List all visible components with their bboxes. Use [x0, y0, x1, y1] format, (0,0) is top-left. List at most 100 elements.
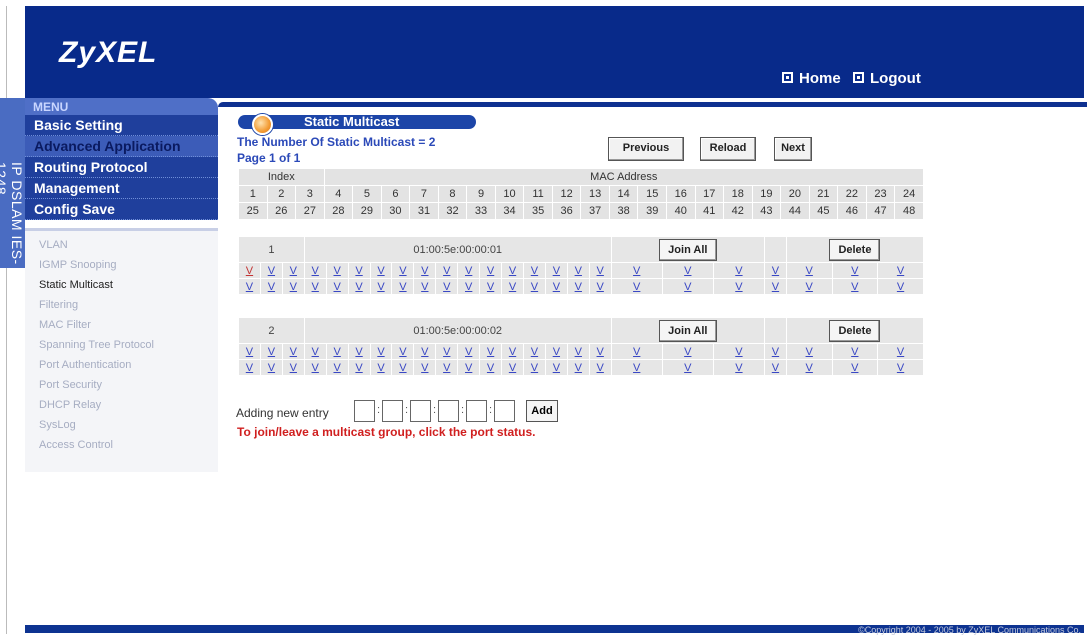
port-6-status-toggle[interactable]: V — [355, 346, 362, 358]
port-17-status-toggle[interactable]: V — [597, 265, 604, 277]
port-26-status-toggle[interactable]: V — [268, 281, 275, 293]
port-10-status-toggle[interactable]: V — [443, 346, 450, 358]
port-16-status-toggle[interactable]: V — [575, 346, 582, 358]
delete-button[interactable]: Delete — [829, 319, 881, 342]
sub-item-syslog[interactable]: SysLog — [25, 419, 218, 439]
mac-octet-3-input[interactable] — [410, 400, 431, 422]
port-8-status-toggle[interactable]: V — [399, 265, 406, 277]
port-15-status-toggle[interactable]: V — [553, 265, 560, 277]
port-43-status-toggle[interactable]: V — [684, 362, 691, 374]
port-24-status-toggle[interactable]: V — [897, 265, 904, 277]
port-1-status-toggle[interactable]: V — [246, 265, 253, 277]
menu-item-config-save[interactable]: Config Save — [25, 199, 218, 220]
port-25-status-toggle[interactable]: V — [246, 362, 253, 374]
port-28-status-toggle[interactable]: V — [312, 362, 319, 374]
port-27-status-toggle[interactable]: V — [290, 281, 297, 293]
port-38-status-toggle[interactable]: V — [531, 281, 538, 293]
logout-link[interactable]: Logout — [853, 70, 921, 87]
port-34-status-toggle[interactable]: V — [443, 281, 450, 293]
port-44-status-toggle[interactable]: V — [735, 281, 742, 293]
port-40-status-toggle[interactable]: V — [575, 281, 582, 293]
port-7-status-toggle[interactable]: V — [377, 265, 384, 277]
port-41-status-toggle[interactable]: V — [597, 362, 604, 374]
port-16-status-toggle[interactable]: V — [575, 265, 582, 277]
port-18-status-toggle[interactable]: V — [633, 346, 640, 358]
port-31-status-toggle[interactable]: V — [377, 281, 384, 293]
sub-item-filtering[interactable]: Filtering — [25, 299, 218, 319]
port-33-status-toggle[interactable]: V — [421, 281, 428, 293]
port-17-status-toggle[interactable]: V — [597, 346, 604, 358]
port-23-status-toggle[interactable]: V — [851, 265, 858, 277]
port-14-status-toggle[interactable]: V — [531, 346, 538, 358]
port-45-status-toggle[interactable]: V — [772, 281, 779, 293]
port-27-status-toggle[interactable]: V — [290, 362, 297, 374]
port-6-status-toggle[interactable]: V — [355, 265, 362, 277]
next-button[interactable]: Next — [774, 137, 812, 161]
port-25-status-toggle[interactable]: V — [246, 281, 253, 293]
port-32-status-toggle[interactable]: V — [399, 281, 406, 293]
port-32-status-toggle[interactable]: V — [399, 362, 406, 374]
port-48-status-toggle[interactable]: V — [897, 281, 904, 293]
port-46-status-toggle[interactable]: V — [806, 281, 813, 293]
port-36-status-toggle[interactable]: V — [487, 281, 494, 293]
home-link[interactable]: Home — [782, 70, 841, 87]
port-1-status-toggle[interactable]: V — [246, 346, 253, 358]
port-21-status-toggle[interactable]: V — [772, 265, 779, 277]
port-19-status-toggle[interactable]: V — [684, 265, 691, 277]
port-11-status-toggle[interactable]: V — [465, 265, 472, 277]
port-47-status-toggle[interactable]: V — [851, 281, 858, 293]
mac-octet-5-input[interactable] — [466, 400, 487, 422]
port-5-status-toggle[interactable]: V — [333, 346, 340, 358]
sub-item-port-security[interactable]: Port Security — [25, 379, 218, 399]
add-button[interactable]: Add — [526, 400, 558, 422]
port-29-status-toggle[interactable]: V — [333, 362, 340, 374]
port-47-status-toggle[interactable]: V — [851, 362, 858, 374]
port-22-status-toggle[interactable]: V — [806, 346, 813, 358]
sub-item-vlan[interactable]: VLAN — [25, 239, 218, 259]
port-15-status-toggle[interactable]: V — [553, 346, 560, 358]
port-3-status-toggle[interactable]: V — [290, 265, 297, 277]
port-26-status-toggle[interactable]: V — [268, 362, 275, 374]
sub-item-access-control[interactable]: Access Control — [25, 439, 218, 459]
port-42-status-toggle[interactable]: V — [633, 362, 640, 374]
port-37-status-toggle[interactable]: V — [509, 281, 516, 293]
port-45-status-toggle[interactable]: V — [772, 362, 779, 374]
port-24-status-toggle[interactable]: V — [897, 346, 904, 358]
port-29-status-toggle[interactable]: V — [333, 281, 340, 293]
sub-item-igmp-snooping[interactable]: IGMP Snooping — [25, 259, 218, 279]
port-44-status-toggle[interactable]: V — [735, 362, 742, 374]
port-39-status-toggle[interactable]: V — [553, 362, 560, 374]
port-21-status-toggle[interactable]: V — [772, 346, 779, 358]
port-39-status-toggle[interactable]: V — [553, 281, 560, 293]
previous-button[interactable]: Previous — [608, 137, 684, 161]
port-13-status-toggle[interactable]: V — [509, 346, 516, 358]
mac-octet-4-input[interactable] — [438, 400, 459, 422]
mac-octet-1-input[interactable] — [354, 400, 375, 422]
port-28-status-toggle[interactable]: V — [312, 281, 319, 293]
port-10-status-toggle[interactable]: V — [443, 265, 450, 277]
port-22-status-toggle[interactable]: V — [806, 265, 813, 277]
port-5-status-toggle[interactable]: V — [333, 265, 340, 277]
sub-item-spanning-tree-protocol[interactable]: Spanning Tree Protocol — [25, 339, 218, 359]
port-48-status-toggle[interactable]: V — [897, 362, 904, 374]
port-46-status-toggle[interactable]: V — [806, 362, 813, 374]
sub-item-mac-filter[interactable]: MAC Filter — [25, 319, 218, 339]
port-34-status-toggle[interactable]: V — [443, 362, 450, 374]
port-19-status-toggle[interactable]: V — [684, 346, 691, 358]
port-23-status-toggle[interactable]: V — [851, 346, 858, 358]
port-13-status-toggle[interactable]: V — [509, 265, 516, 277]
port-20-status-toggle[interactable]: V — [735, 265, 742, 277]
port-8-status-toggle[interactable]: V — [399, 346, 406, 358]
port-4-status-toggle[interactable]: V — [312, 265, 319, 277]
port-20-status-toggle[interactable]: V — [735, 346, 742, 358]
port-9-status-toggle[interactable]: V — [421, 346, 428, 358]
port-36-status-toggle[interactable]: V — [487, 362, 494, 374]
join-all-button[interactable]: Join All — [659, 238, 717, 261]
mac-octet-6-input[interactable] — [494, 400, 515, 422]
port-30-status-toggle[interactable]: V — [355, 281, 362, 293]
port-2-status-toggle[interactable]: V — [268, 346, 275, 358]
port-41-status-toggle[interactable]: V — [597, 281, 604, 293]
reload-button[interactable]: Reload — [700, 137, 756, 161]
menu-item-management[interactable]: Management — [25, 178, 218, 199]
join-all-button[interactable]: Join All — [659, 319, 717, 342]
